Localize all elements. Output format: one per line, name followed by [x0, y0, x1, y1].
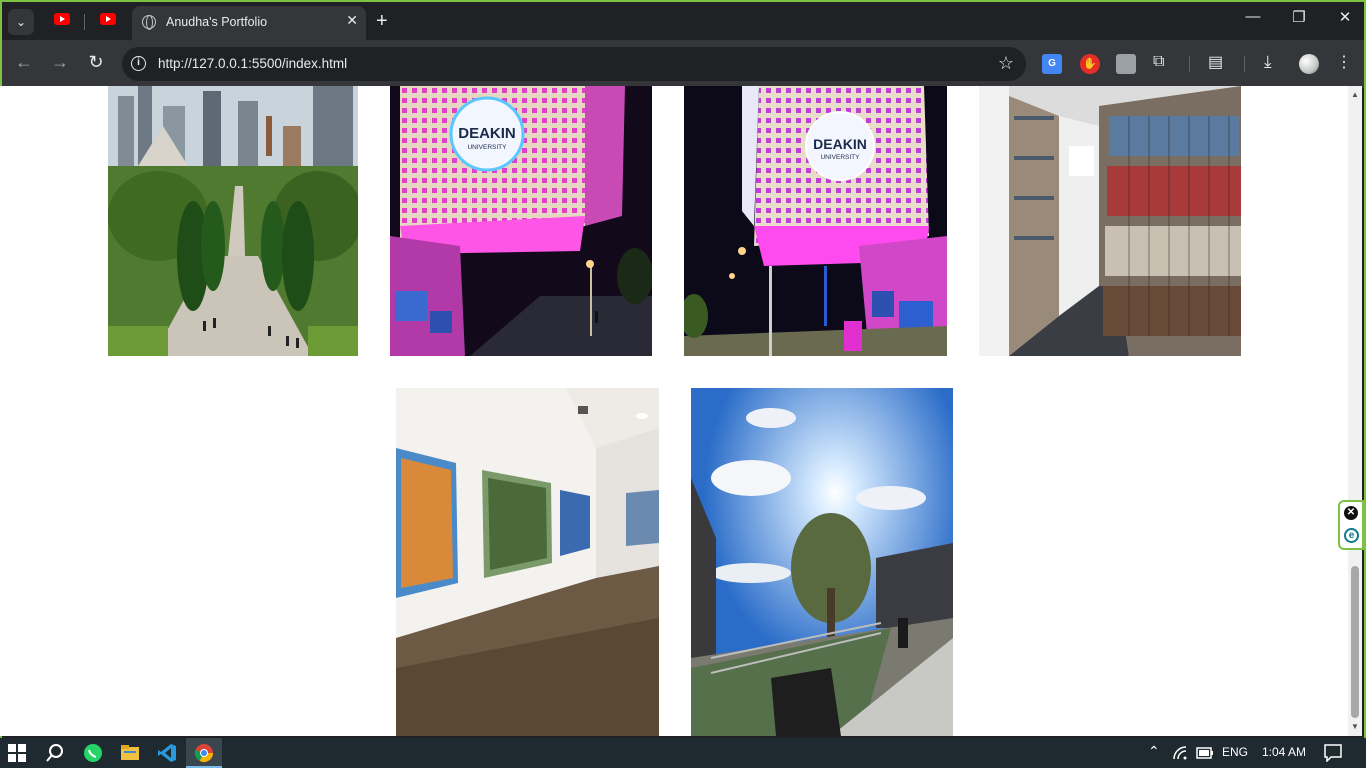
scroll-up-arrow-icon[interactable]: ▲	[1351, 90, 1359, 99]
translate-extension-icon[interactable]: G	[1042, 54, 1062, 74]
side-extension-widget: ✕ e	[1338, 500, 1364, 550]
tab-title: Anudha's Portfolio	[166, 15, 268, 29]
window-close-button[interactable]: ✕	[1322, 8, 1364, 26]
close-icon[interactable]: ✕	[1344, 506, 1358, 520]
download-icon[interactable]: ⤓	[1264, 52, 1284, 72]
library-shelves-photo[interactable]	[979, 86, 1241, 356]
vscode-icon[interactable]	[157, 743, 177, 763]
notification-icon[interactable]	[1324, 744, 1342, 762]
extension-e-icon[interactable]: e	[1344, 528, 1359, 543]
active-tab[interactable]: Anudha's Portfolio ✕	[132, 6, 366, 40]
stop-hand-extension-icon[interactable]: ✋	[1080, 54, 1100, 74]
deakin-sign-subtext: UNIVERSITY	[467, 144, 507, 151]
url-text[interactable]: http://127.0.0.1:5500/index.html	[158, 56, 347, 71]
deakin-cube-photo-2[interactable]: DEAKIN UNIVERSITY	[684, 86, 947, 356]
reload-button[interactable]: ↻	[84, 52, 108, 73]
tab-search-button[interactable]: ⌄	[8, 9, 34, 35]
deakin-sign-text: DEAKIN	[813, 136, 867, 152]
tab-close-icon[interactable]: ✕	[346, 12, 358, 29]
tab-separator	[84, 14, 85, 30]
browser-toolbar: ← → ↻ i http://127.0.0.1:5500/index.html…	[2, 40, 1364, 88]
menu-dots-icon[interactable]: ⋮	[1336, 52, 1352, 72]
toolbar-separator	[1244, 56, 1245, 72]
extension-icon[interactable]	[1116, 54, 1136, 74]
wifi-icon[interactable]	[1172, 745, 1188, 761]
youtube-tab-icon[interactable]	[54, 13, 70, 25]
bookmark-star-icon[interactable]: ☆	[998, 53, 1014, 74]
campus-sky-photo[interactable]	[691, 388, 953, 736]
extensions-puzzle-icon[interactable]: ⧉	[1153, 53, 1173, 73]
reading-list-icon[interactable]: ▤	[1208, 52, 1228, 72]
chrome-icon[interactable]	[194, 743, 214, 763]
deakin-sign-subtext: UNIVERSITY	[820, 154, 860, 161]
deakin-sign-text: DEAKIN	[458, 125, 516, 142]
scrollbar-thumb[interactable]	[1351, 566, 1359, 718]
page-content: DEAKIN UNIVERSITY DEAKIN UNIVERSITY	[0, 86, 1348, 736]
site-info-icon[interactable]: i	[131, 56, 146, 71]
language-indicator[interactable]: ENG	[1222, 745, 1248, 759]
clock-time[interactable]: 1:04 AM	[1262, 745, 1306, 759]
windows-taskbar: ⌃ ENG 1:04 AM	[0, 738, 1366, 768]
youtube-tab-icon[interactable]	[100, 13, 116, 25]
tray-chevron-up-icon[interactable]: ⌃	[1148, 743, 1160, 760]
scroll-down-arrow-icon[interactable]: ▼	[1351, 722, 1359, 731]
globe-icon	[142, 15, 156, 30]
art-gallery-photo[interactable]	[396, 388, 659, 736]
forward-button[interactable]: →	[48, 52, 72, 73]
new-tab-button[interactable]: +	[376, 9, 388, 33]
file-explorer-icon[interactable]	[120, 743, 140, 763]
windows-start-icon[interactable]	[8, 744, 26, 762]
minimize-button[interactable]: —	[1230, 8, 1276, 25]
whatsapp-icon[interactable]	[83, 743, 103, 763]
restore-button[interactable]: ❐	[1276, 8, 1322, 26]
address-bar[interactable]: i http://127.0.0.1:5500/index.html ☆	[122, 47, 1026, 81]
tab-strip: ⌄ Anudha's Portfolio ✕ + — ❐ ✕	[2, 2, 1364, 40]
page-scrollbar[interactable]: ▲ ▼	[1348, 86, 1362, 736]
back-button[interactable]: ←	[12, 52, 36, 73]
toolbar-separator	[1189, 56, 1190, 72]
deakin-cube-photo-1[interactable]: DEAKIN UNIVERSITY	[390, 86, 652, 356]
battery-icon[interactable]	[1196, 747, 1214, 759]
profile-avatar[interactable]	[1299, 54, 1319, 74]
city-avenue-photo[interactable]	[108, 86, 358, 356]
search-icon[interactable]	[45, 743, 65, 763]
